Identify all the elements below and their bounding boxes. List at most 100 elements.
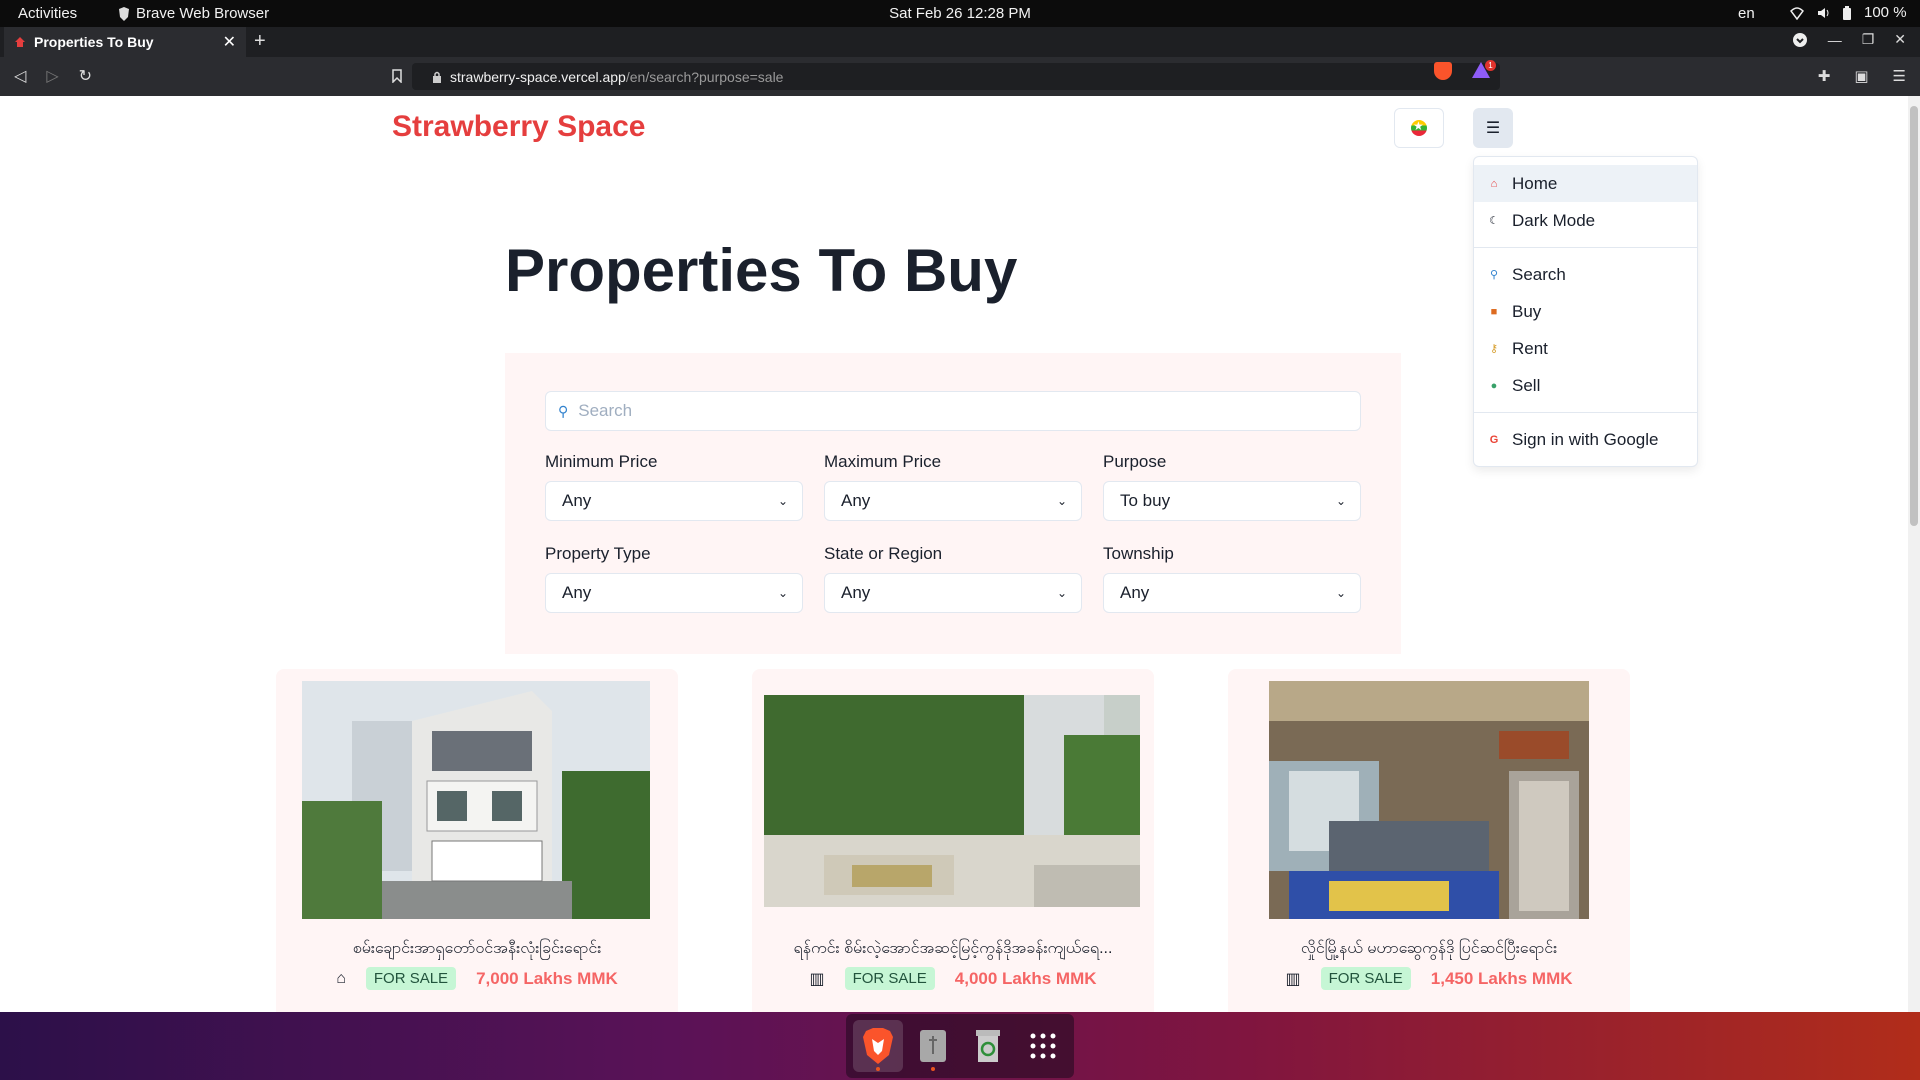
purpose-label: Purpose xyxy=(1103,452,1167,471)
forward-icon[interactable]: ▷ xyxy=(46,66,58,86)
google-icon: G xyxy=(1489,433,1499,446)
property-meta: ⌂ FOR SALE 7,000 Lakhs MMK xyxy=(276,967,678,990)
menu-item-dark-mode[interactable]: ☾ Dark Mode xyxy=(1474,202,1697,239)
tab-title: Properties To Buy xyxy=(34,34,154,50)
usb-drive-icon xyxy=(919,1030,946,1062)
building-icon: ▥ xyxy=(1285,970,1301,988)
trash-icon xyxy=(975,1030,1000,1062)
hamburger-menu-button[interactable]: ☰ xyxy=(1473,108,1513,148)
menu-item-search[interactable]: ⚲ Search xyxy=(1474,256,1697,293)
property-meta: ▥ FOR SALE 1,450 Lakhs MMK xyxy=(1228,967,1630,990)
menu-item-sell[interactable]: ● Sell xyxy=(1474,367,1697,404)
brave-shields-icon[interactable] xyxy=(1434,62,1452,80)
search-input[interactable]: ⚲ Search xyxy=(545,391,1361,431)
property-photo[interactable] xyxy=(1269,681,1589,919)
building-icon: ▥ xyxy=(809,970,825,988)
address-bar[interactable]: strawberry-space.vercel.app/en/search?pu… xyxy=(412,63,1500,90)
dock-usb-drive[interactable] xyxy=(908,1020,958,1072)
running-indicator xyxy=(930,1067,935,1071)
browser-menu-icon[interactable]: ☰ xyxy=(1893,67,1906,85)
menu-item-label: Home xyxy=(1512,173,1558,193)
system-tray[interactable]: 100 % xyxy=(1790,4,1907,21)
menu-item-google-signin[interactable]: G Sign in with Google xyxy=(1474,421,1697,458)
min-price-value: Any xyxy=(562,491,592,510)
maximize-icon[interactable]: ❐ xyxy=(1862,31,1875,48)
bookmark-icon[interactable] xyxy=(392,69,402,83)
property-type-label: Property Type xyxy=(545,544,651,563)
menu-item-buy[interactable]: ■ Buy xyxy=(1474,293,1697,330)
property-price: 7,000 Lakhs MMK xyxy=(476,968,618,988)
menu-item-label: Sell xyxy=(1512,375,1541,395)
lock-icon: ■ xyxy=(1490,305,1498,318)
nav-buttons: ◁ ▷ ↻ xyxy=(14,66,92,86)
menu-item-label: Dark Mode xyxy=(1512,210,1596,230)
purpose-select[interactable]: To buy ⌄ xyxy=(1103,481,1361,521)
menu-item-label: Sign in with Google xyxy=(1512,429,1659,449)
township-label: Township xyxy=(1103,544,1174,563)
toolbar: ◁ ▷ ↻ strawberry-space.vercel.app/en/sea… xyxy=(0,57,1920,96)
menu-item-label: Buy xyxy=(1512,301,1542,321)
menu-item-home[interactable]: ⌂ Home xyxy=(1474,165,1697,202)
property-title[interactable]: လှိုင်မြို့နယ် မဟာဆွေကွန်ဒို ပြင်ဆင်ပြီး… xyxy=(1228,937,1630,961)
tab-search-icon[interactable] xyxy=(1792,32,1808,48)
property-type-select[interactable]: Any ⌄ xyxy=(545,573,803,613)
chevron-down-icon: ⌄ xyxy=(777,494,788,508)
back-icon[interactable]: ◁ xyxy=(14,66,26,86)
desktop-dock-area xyxy=(0,1012,1920,1080)
scrollbar-thumb[interactable] xyxy=(1910,106,1918,526)
page-scrollbar[interactable] xyxy=(1908,96,1920,1012)
filter-panel: ⚲ Search Minimum Price Any ⌄ Maximum Pri… xyxy=(505,353,1401,654)
state-region-select[interactable]: Any ⌄ xyxy=(824,573,1082,613)
window-controls: — ❐ ✕ xyxy=(1792,31,1906,48)
chevron-down-icon: ⌄ xyxy=(777,586,788,600)
minimize-icon[interactable]: — xyxy=(1828,32,1842,48)
system-top-bar: Activities Brave Web Browser Sat Feb 26 … xyxy=(0,0,1920,27)
min-price-select[interactable]: Any ⌄ xyxy=(545,481,803,521)
property-card[interactable]: စမ်းချောင်းအာရှတော်ဝင်အနီးလုံးခြင်းရောင်… xyxy=(276,669,678,1012)
wallet-icon[interactable]: ▣ xyxy=(1854,67,1868,85)
property-meta: ▥ FOR SALE 4,000 Lakhs MMK xyxy=(752,967,1154,990)
dock-show-apps[interactable] xyxy=(1018,1020,1068,1072)
property-title[interactable]: ရန်ကင်း စိမ်းလဲ့အောင်အဆင့်မြင့်ကွန်ဒိုအခ… xyxy=(752,937,1154,961)
close-window-icon[interactable]: ✕ xyxy=(1894,31,1906,48)
chevron-down-icon: ⌄ xyxy=(1056,494,1067,508)
clock[interactable]: Sat Feb 26 12:28 PM xyxy=(0,5,1920,22)
menu-item-label: Rent xyxy=(1512,338,1548,358)
menu-item-rent[interactable]: ⚷ Rent xyxy=(1474,330,1697,367)
battery-icon xyxy=(1843,5,1851,20)
nav-dropdown-menu: ⌂ Home ☾ Dark Mode ⚲ Search ■ Buy ⚷ Rent… xyxy=(1473,156,1698,467)
lock-icon xyxy=(433,71,441,83)
new-tab-button[interactable]: + xyxy=(254,30,266,53)
chevron-down-icon: ⌄ xyxy=(1335,494,1346,508)
wifi-icon xyxy=(1790,6,1804,20)
language-switch-button[interactable] xyxy=(1394,108,1444,148)
page-content: Strawberry Space ☰ ⌂ Home ☾ Dark Mode ⚲ … xyxy=(0,96,1908,1012)
battery-percent: 100 % xyxy=(1864,4,1907,21)
extensions-icon[interactable]: ✚ xyxy=(1818,67,1831,85)
property-card[interactable]: ရန်ကင်း စိမ်းလဲ့အောင်အဆင့်မြင့်ကွန်ဒိုအခ… xyxy=(752,669,1154,1012)
purpose-value: To buy xyxy=(1120,491,1171,510)
volume-icon xyxy=(1818,7,1829,18)
menu-divider xyxy=(1474,247,1697,248)
property-title[interactable]: စမ်းချောင်းအာရှတော်ဝင်အနီးလုံးခြင်းရောင်… xyxy=(276,937,678,961)
property-photo[interactable] xyxy=(302,681,650,919)
moon-icon: ☾ xyxy=(1489,215,1499,227)
state-region-label: State or Region xyxy=(824,544,943,563)
brave-rewards-icon[interactable]: 1 xyxy=(1472,60,1496,78)
dock-brave[interactable] xyxy=(852,1020,903,1072)
tab-close-icon[interactable]: ✕ xyxy=(223,32,236,52)
property-photo[interactable] xyxy=(764,695,1140,907)
dock-trash[interactable] xyxy=(963,1020,1013,1072)
url-path: /en/search?purpose=sale xyxy=(625,68,784,85)
township-select[interactable]: Any ⌄ xyxy=(1103,573,1361,613)
reload-icon[interactable]: ↻ xyxy=(79,66,92,86)
site-logo[interactable]: Strawberry Space xyxy=(392,110,645,144)
page-title: Properties To Buy xyxy=(505,237,1018,304)
tab-properties-to-buy[interactable]: Properties To Buy ✕ xyxy=(4,27,246,57)
language-indicator[interactable]: en xyxy=(1738,5,1755,22)
app-grid-icon xyxy=(1030,1033,1055,1059)
max-price-select[interactable]: Any ⌄ xyxy=(824,481,1082,521)
property-price: 4,000 Lakhs MMK xyxy=(954,968,1097,988)
property-card[interactable]: လှိုင်မြို့နယ် မဟာဆွေကွန်ဒို ပြင်ဆင်ပြီး… xyxy=(1228,669,1630,1012)
search-icon: ⚲ xyxy=(1489,269,1499,281)
